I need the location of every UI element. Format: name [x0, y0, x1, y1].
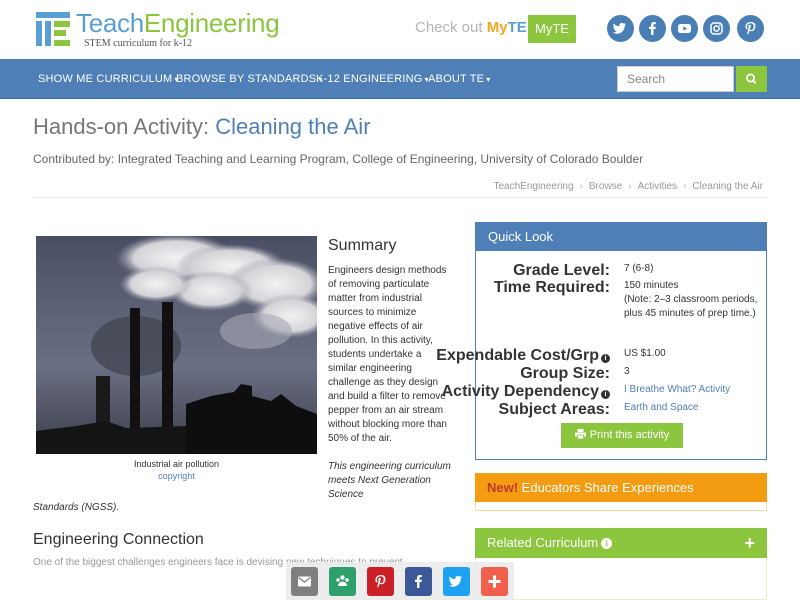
logo-tagline: STEM curriculum for k-12: [84, 38, 193, 49]
checkout-my: My: [486, 19, 508, 36]
breadcrumb-browse[interactable]: Browse: [589, 181, 622, 192]
twitter-icon[interactable]: [607, 15, 634, 42]
photo-caption: Industrial air pollution: [133, 459, 220, 469]
logo-engineering: Engineering: [143, 8, 280, 38]
title-prefix: Hands-on Activity:: [33, 114, 210, 139]
instagram-icon[interactable]: [703, 15, 730, 42]
pinterest-icon[interactable]: [367, 567, 394, 596]
summary-text: Engineers design methods of removing par…: [328, 265, 447, 444]
print-activity-button[interactable]: Print this activity: [561, 423, 683, 448]
expendable-cost-label-text: Expendable Cost/Grp: [436, 347, 599, 364]
logo-wordmark[interactable]: TeachEngineering: [76, 8, 280, 39]
expendable-cost-value: US $1.00: [624, 348, 666, 359]
pinterest-icon[interactable]: [737, 15, 764, 42]
chevron-down-icon: ▾: [486, 75, 491, 84]
quick-look-panel: Quick Look Grade Level: 7 (6-8) Time Req…: [436, 222, 767, 460]
subject-areas-link[interactable]: Earth and Space: [624, 401, 762, 415]
teachengineering-logo-icon[interactable]: [36, 12, 70, 46]
educators-share-panel: [475, 502, 767, 511]
youtube-icon[interactable]: [671, 15, 698, 42]
nav-label: ABOUT TE: [428, 73, 485, 85]
print-activity-label: Print this activity: [589, 429, 670, 441]
related-curriculum-panel: [475, 558, 767, 600]
site-header: TeachEngineering STEM curriculum for k-1…: [0, 0, 800, 58]
group-size-value: 3: [624, 366, 630, 377]
activity-dependency-label-text: Activity Dependency: [441, 383, 599, 400]
time-required-label: Time Required:: [493, 279, 610, 296]
breadcrumb-current: Cleaning the Air: [692, 181, 763, 192]
checkout-myte-link[interactable]: Check out MyTE: [415, 19, 527, 36]
subject-areas-label: Subject Areas:: [498, 401, 610, 418]
nav-browse-by-standards[interactable]: BROWSE BY STANDARDS ▾: [176, 59, 323, 99]
breadcrumb-separator: ›: [683, 181, 687, 192]
nav-show-me-curriculum[interactable]: SHOW ME CURRICULUM ▾: [38, 59, 179, 99]
myte-button[interactable]: MyTE: [528, 15, 576, 43]
grade-level-value: 7 (6-8): [624, 263, 654, 274]
title-name: Cleaning the Air: [215, 114, 371, 139]
checkout-text: Check out: [415, 19, 483, 36]
activity-dependency-link[interactable]: I Breathe What? Activity: [624, 383, 762, 397]
related-curriculum-label: Related Curriculum: [487, 535, 599, 550]
facebook-icon[interactable]: [639, 15, 666, 42]
educators-share-bar[interactable]: New! Educators Share Experiences: [475, 473, 767, 502]
email-icon[interactable]: [291, 567, 318, 596]
info-icon[interactable]: i: [601, 538, 613, 549]
engineering-connection-heading: Engineering Connection: [33, 531, 204, 548]
activity-dependency-label: Activity Dependency i: [442, 383, 610, 401]
nav-k12-engineering[interactable]: K-12 ENGINEERING ▾: [316, 59, 429, 99]
checkout-te: TE: [507, 19, 527, 36]
contributed-by: Contributed by: Integrated Teaching and …: [33, 152, 644, 166]
related-curriculum-bar[interactable]: Related Curriculum i +: [475, 528, 767, 558]
breadcrumb-home[interactable]: TeachEngineering: [493, 181, 573, 192]
copyright-link[interactable]: copyright: [36, 471, 317, 481]
facebook-icon[interactable]: [405, 567, 432, 596]
breadcrumb: TeachEngineering › Browse › Activities › Clean…: [493, 181, 763, 192]
search-icon: [745, 73, 757, 85]
time-required-value: 150 minutes: [624, 280, 679, 291]
share-bar: [286, 562, 514, 600]
new-badge: New!: [487, 480, 519, 495]
expendable-cost-label: Expendable Cost/Grp i: [436, 347, 610, 365]
info-icon[interactable]: i: [601, 390, 610, 399]
plus-icon[interactable]: [481, 567, 508, 596]
group-size-label: Group Size:: [520, 365, 610, 382]
search-button[interactable]: [736, 66, 767, 92]
nav-about-te[interactable]: ABOUT TE ▾: [428, 59, 490, 99]
breadcrumb-separator: ›: [628, 181, 632, 192]
twitter-icon[interactable]: [443, 567, 470, 596]
educators-share-text: Educators Share Experiences: [518, 480, 694, 495]
breadcrumb-separator: ›: [579, 181, 583, 192]
print-icon: [574, 429, 586, 440]
nav-label: SHOW ME CURRICULUM: [38, 73, 173, 85]
summary-ngss-note-end: Standards (NGSS).: [33, 502, 120, 513]
logo-teach: Teach: [76, 8, 144, 38]
nav-label: K-12 ENGINEERING: [316, 73, 423, 85]
divider: [33, 197, 767, 198]
share-icon[interactable]: [329, 567, 356, 596]
nav-label: BROWSE BY STANDARDS: [176, 73, 317, 85]
grade-level-label: Grade Level:: [513, 262, 610, 279]
info-icon[interactable]: i: [601, 354, 610, 363]
summary-heading: Summary: [328, 237, 397, 254]
breadcrumb-activities[interactable]: Activities: [638, 181, 677, 192]
air-pollution-photo[interactable]: [36, 236, 317, 454]
page-title: Hands-on Activity: Cleaning the Air: [33, 114, 371, 140]
expand-plus-icon[interactable]: +: [744, 528, 755, 558]
search-input[interactable]: [617, 66, 734, 92]
summary-ngss-note: This engineering curriculum meets Next G…: [328, 461, 451, 500]
time-required-note: (Note: 2–3 classroom periods, plus 45 mi…: [624, 294, 758, 319]
quick-look-heading: Quick Look: [476, 223, 766, 251]
